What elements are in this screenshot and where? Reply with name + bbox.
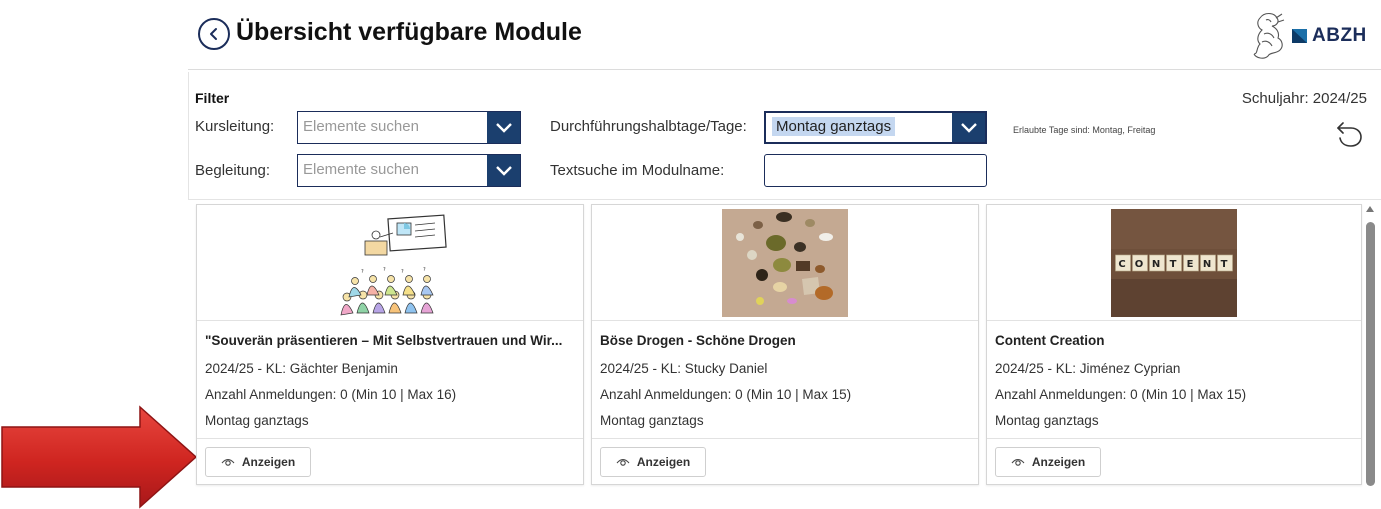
textsuche-input[interactable] [764, 154, 987, 187]
module-meta: 2024/25 - KL: Gächter Benjamin [205, 361, 398, 376]
letter-tile: N [1149, 254, 1165, 272]
chevron-down-icon [495, 165, 512, 176]
show-module-button[interactable]: Anzeigen [205, 447, 311, 477]
filter-title: Filter [195, 90, 230, 106]
chevron-down-icon [960, 122, 977, 133]
begleitung-select[interactable]: Elemente suchen [297, 154, 521, 187]
svg-text:T: T [1170, 259, 1177, 270]
svg-text:N: N [1152, 259, 1160, 270]
abzh-mark-icon [1292, 29, 1307, 43]
module-days: Montag ganztags [205, 413, 309, 428]
svg-text:?: ? [423, 267, 426, 273]
module-title[interactable]: Content Creation [995, 333, 1367, 348]
eye-icon [616, 458, 630, 466]
module-meta: 2024/25 - KL: Jiménez Cyprian [995, 361, 1181, 376]
back-button[interactable] [198, 18, 230, 50]
card-divider [197, 438, 583, 439]
filter-panel: Filter Schuljahr: 2024/25 Kursleitung: E… [188, 72, 1381, 200]
tage-value[interactable]: Montag ganztags [766, 113, 952, 142]
show-module-button[interactable]: Anzeigen [600, 447, 706, 477]
card-divider [987, 438, 1361, 439]
chevron-left-icon [210, 28, 217, 40]
module-days: Montag ganztags [995, 413, 1099, 428]
eye-icon [221, 458, 235, 466]
page-title: Übersicht verfügbare Module [236, 18, 582, 46]
letter-tile: N [1200, 254, 1216, 272]
chevron-down-icon [495, 122, 512, 133]
kursleitung-dropdown-button[interactable] [487, 112, 520, 143]
allowed-days-hint: Erlaubte Tage sind: Montag, Freitag [1013, 125, 1156, 135]
abzh-logo: ABZH [1246, 8, 1376, 64]
logo-text: ABZH [1312, 25, 1367, 46]
show-button-label: Anzeigen [636, 455, 691, 469]
svg-text:?: ? [401, 269, 404, 275]
kursleitung-select[interactable]: Elemente suchen [297, 111, 521, 144]
textsuche-label: Textsuche im Modulname: [550, 162, 725, 179]
tage-select[interactable]: Montag ganztags [764, 111, 987, 144]
module-meta: 2024/25 - KL: Stucky Daniel [600, 361, 768, 376]
module-registrations: Anzahl Anmeldungen: 0 (Min 10 | Max 15) [995, 387, 1247, 402]
reset-icon[interactable] [1333, 116, 1365, 148]
lion-crest-icon [1253, 12, 1285, 59]
module-card[interactable]: Böse Drogen - Schöne Drogen 2024/25 - KL… [591, 204, 979, 485]
letter-tile: E [1183, 254, 1199, 272]
scrollbar-thumb[interactable] [1366, 222, 1375, 486]
module-image-area: CONTENT [987, 205, 1361, 321]
module-card[interactable]: CONTENT Content Creation 2024/25 - KL: J… [986, 204, 1362, 485]
card-divider [592, 438, 978, 439]
show-module-button[interactable]: Anzeigen [995, 447, 1101, 477]
tage-selected-text: Montag ganztags [772, 117, 896, 136]
kursleitung-label: Kursleitung: [195, 118, 275, 135]
letter-tile: O [1132, 254, 1148, 272]
show-button-label: Anzeigen [241, 455, 296, 469]
module-title[interactable]: "Souverän präsentieren – Mit Selbstvertr… [205, 333, 577, 348]
module-image-area [592, 205, 978, 321]
module-image-area: ???? [197, 205, 583, 321]
kursleitung-placeholder[interactable]: Elemente suchen [298, 112, 487, 143]
school-year-label: Schuljahr: 2024/25 [1241, 90, 1367, 107]
begleitung-label: Begleitung: [195, 162, 271, 179]
tage-label: Durchführungshalbtage/Tage: [550, 118, 747, 135]
svg-text:E: E [1187, 259, 1194, 270]
module-card[interactable]: ???? "Souverän präsentieren – Mit Selbst… [196, 204, 584, 485]
content-tiles-photo-image: CONTENT [1111, 209, 1237, 317]
drugs-photo-image [722, 209, 848, 317]
presentation-sketch-image: ???? [340, 214, 447, 316]
svg-text:C: C [1118, 259, 1125, 270]
tage-dropdown-button[interactable] [952, 113, 985, 142]
module-title[interactable]: Böse Drogen - Schöne Drogen [600, 333, 972, 348]
letter-tile: T [1217, 254, 1233, 272]
letter-tile: C [1115, 254, 1131, 272]
red-pointer-arrow [1, 405, 198, 509]
svg-text:?: ? [383, 267, 386, 273]
page-header: Übersicht verfügbare Module ABZH [188, 0, 1381, 70]
begleitung-dropdown-button[interactable] [487, 155, 520, 186]
svg-text:O: O [1135, 259, 1144, 270]
module-days: Montag ganztags [600, 413, 704, 428]
scroll-up-arrow-icon[interactable] [1366, 206, 1374, 212]
letter-tile: T [1166, 254, 1182, 272]
show-button-label: Anzeigen [1031, 455, 1086, 469]
eye-icon [1011, 458, 1025, 466]
svg-text:?: ? [361, 269, 364, 275]
module-registrations: Anzahl Anmeldungen: 0 (Min 10 | Max 16) [205, 387, 457, 402]
svg-text:N: N [1203, 259, 1211, 270]
module-registrations: Anzahl Anmeldungen: 0 (Min 10 | Max 15) [600, 387, 852, 402]
module-list: ???? "Souverän präsentieren – Mit Selbst… [196, 204, 1366, 509]
begleitung-placeholder[interactable]: Elemente suchen [298, 155, 487, 186]
svg-text:T: T [1221, 259, 1228, 270]
